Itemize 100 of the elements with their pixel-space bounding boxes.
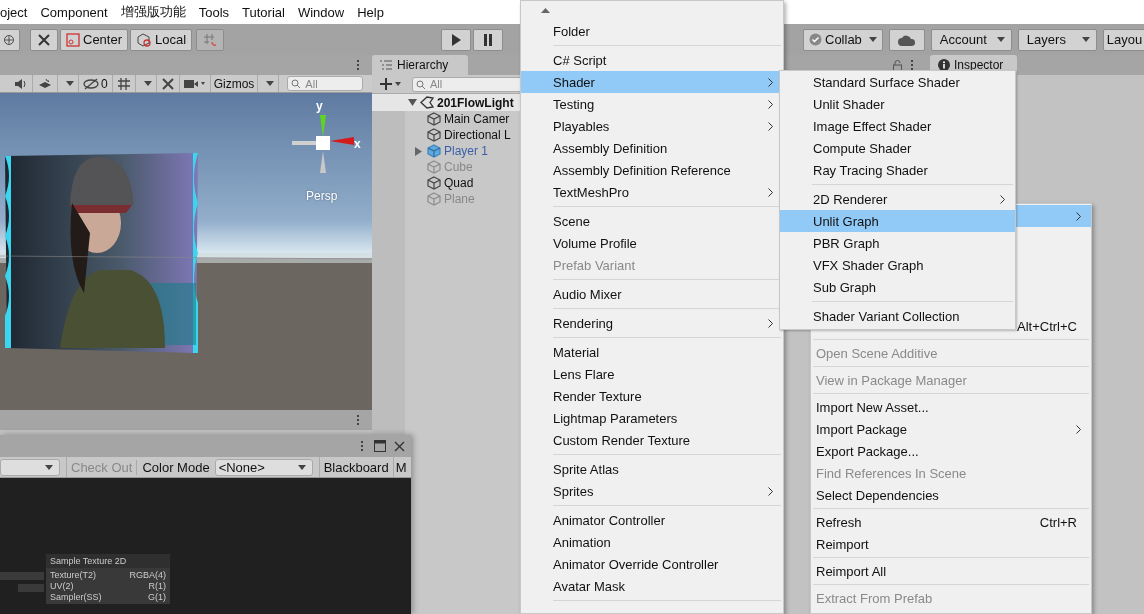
menu-item[interactable]: Compute Shader bbox=[780, 137, 1015, 159]
pivot-mode-button[interactable]: Center bbox=[60, 28, 129, 51]
scroll-up-icon[interactable] bbox=[541, 8, 550, 13]
more-options-icon[interactable] bbox=[908, 58, 916, 72]
menu-item[interactable]: Image Effect Shader bbox=[780, 115, 1015, 137]
search-field[interactable]: All bbox=[287, 76, 364, 91]
menu-item[interactable]: Select Dependencies bbox=[811, 484, 1091, 506]
hierarchy-tab[interactable]: Hierarchy bbox=[372, 55, 468, 75]
layout-dropdown[interactable]: Layou bbox=[1102, 28, 1144, 51]
hierarchy-item[interactable]: Main Camer bbox=[444, 112, 510, 126]
menu-item[interactable]: Custom Render Texture bbox=[521, 429, 783, 451]
property-node[interactable] bbox=[18, 584, 44, 592]
hierarchy-item[interactable]: Player 1 bbox=[444, 144, 489, 158]
layers-dropdown[interactable]: Layers bbox=[1017, 28, 1097, 51]
menu-item[interactable]: Unlit Graph bbox=[780, 210, 1015, 232]
menu-bar-item[interactable]: 增强版功能 bbox=[120, 3, 186, 21]
menu-item[interactable]: Folder bbox=[521, 20, 783, 42]
menu-item[interactable]: Animation bbox=[521, 531, 783, 553]
expand-arrow-icon[interactable] bbox=[408, 98, 417, 107]
collab-dropdown[interactable]: Collab bbox=[803, 28, 883, 51]
chevron-icon bbox=[768, 100, 773, 109]
hierarchy-item[interactable]: Directional L bbox=[444, 128, 511, 142]
pause-button[interactable] bbox=[473, 28, 503, 51]
more-options-icon[interactable] bbox=[358, 439, 366, 453]
menu-bar-item[interactable]: Help bbox=[357, 4, 384, 20]
menu-item[interactable]: C# Script bbox=[521, 49, 783, 71]
pause-icon bbox=[483, 33, 493, 46]
menu-item[interactable]: Unlit Shader bbox=[780, 93, 1015, 115]
dropdown-field[interactable] bbox=[0, 458, 60, 476]
more-options-icon[interactable] bbox=[354, 413, 362, 427]
crossed-eye-icon bbox=[83, 77, 99, 90]
search-icon bbox=[416, 79, 426, 90]
menu-item[interactable]: Audio Mixer bbox=[521, 283, 783, 305]
pivot-space-button[interactable]: Local bbox=[130, 28, 193, 51]
menu-item[interactable]: TextMeshPro bbox=[521, 181, 783, 203]
menu-item[interactable]: Sub Graph bbox=[780, 276, 1015, 298]
cloud-icon[interactable] bbox=[888, 28, 925, 51]
menu-item[interactable]: VFX Shader Graph bbox=[780, 254, 1015, 276]
unity-logo-icon bbox=[420, 96, 434, 109]
check-circle-icon bbox=[809, 33, 822, 46]
menu-item[interactable]: Avatar Mask bbox=[521, 575, 783, 597]
menu-item[interactable]: Ray Tracing Shader bbox=[780, 159, 1015, 181]
menu-item[interactable]: Import New Asset... bbox=[811, 396, 1091, 418]
menu-item[interactable]: Sprite Atlas bbox=[521, 458, 783, 480]
move-tool-icon[interactable] bbox=[0, 28, 20, 51]
menu-bar-item[interactable]: Tutorial bbox=[242, 4, 285, 20]
graph-node[interactable]: Sample Texture 2D Texture(T2) UV(2) Sampler(SS) RGBA(4) R(1) G(1) bbox=[46, 554, 170, 604]
menu-bar-item[interactable]: Tools bbox=[198, 4, 230, 20]
menu-item[interactable]: Playables bbox=[521, 115, 783, 137]
menu-bar-item[interactable]: Window bbox=[297, 4, 345, 20]
toolbar-button[interactable]: M bbox=[392, 457, 409, 477]
blackboard-button[interactable]: Blackboard bbox=[318, 457, 393, 477]
chevron-icon bbox=[768, 487, 773, 496]
axis-label: y bbox=[316, 99, 323, 113]
maximize-icon[interactable] bbox=[374, 440, 386, 452]
hidden-objects-toggle[interactable]: 0 bbox=[79, 75, 113, 92]
menu-item[interactable]: Reimport All bbox=[811, 560, 1091, 582]
color-mode-dropdown[interactable]: <None> bbox=[214, 458, 313, 476]
gizmos-dropdown[interactable]: Gizmos bbox=[210, 75, 259, 92]
menu-item[interactable]: PBR Graph bbox=[780, 232, 1015, 254]
chevron-icon bbox=[768, 78, 773, 87]
menu-bar-item[interactable]: oject bbox=[0, 4, 28, 20]
hierarchy-item[interactable]: Quad bbox=[444, 176, 474, 190]
close-icon[interactable] bbox=[394, 440, 405, 452]
menu-item[interactable]: Volume Profile bbox=[521, 232, 783, 254]
menu-item[interactable]: Animator Override Controller bbox=[521, 553, 783, 575]
info-icon bbox=[938, 59, 950, 71]
menu-item[interactable]: 2D Renderer bbox=[780, 188, 1015, 210]
menu-item[interactable]: Refresh Ctrl+R bbox=[811, 511, 1091, 533]
menu-item[interactable]: Sprites bbox=[521, 480, 783, 502]
menu-item[interactable]: Testing bbox=[521, 93, 783, 115]
port-label: RGBA(4) bbox=[129, 570, 166, 580]
menu-item[interactable]: Scene bbox=[521, 210, 783, 232]
menu-item[interactable]: Import Package bbox=[811, 418, 1091, 440]
menu-item[interactable]: Shader Variant Collection bbox=[780, 305, 1015, 327]
menu-item[interactable]: Assembly Definition bbox=[521, 137, 783, 159]
pivot-icon bbox=[66, 32, 80, 47]
menu-item[interactable]: Export Package... bbox=[811, 440, 1091, 462]
more-options-icon[interactable] bbox=[354, 58, 362, 72]
menu-item[interactable]: Material bbox=[521, 341, 783, 363]
shortcut-text: Ctrl+R bbox=[1039, 514, 1077, 530]
menu-item[interactable]: Assembly Definition Reference bbox=[521, 159, 783, 181]
menu-item[interactable]: Rendering bbox=[521, 312, 783, 334]
lock-icon[interactable] bbox=[893, 59, 902, 71]
property-node[interactable] bbox=[0, 572, 44, 580]
search-icon bbox=[291, 79, 302, 89]
chevron-icon bbox=[768, 319, 773, 328]
menu-item[interactable]: Reimport bbox=[811, 533, 1091, 555]
menu-item[interactable]: Lens Flare bbox=[521, 363, 783, 385]
menu-item[interactable]: Lightmap Parameters bbox=[521, 407, 783, 429]
menu-bar-item[interactable]: Component bbox=[40, 4, 108, 20]
expand-arrow-icon[interactable] bbox=[414, 146, 422, 156]
menu-item[interactable]: Animator Controller bbox=[521, 509, 783, 531]
port-label: UV(2) bbox=[50, 581, 75, 591]
play-button[interactable] bbox=[441, 28, 471, 51]
account-dropdown[interactable]: Account bbox=[930, 28, 1012, 51]
menu-item[interactable]: Render Texture bbox=[521, 385, 783, 407]
port-label: R(1) bbox=[148, 581, 166, 591]
port-label: Sampler(SS) bbox=[50, 592, 102, 602]
port-label: Texture(T2) bbox=[50, 570, 97, 580]
